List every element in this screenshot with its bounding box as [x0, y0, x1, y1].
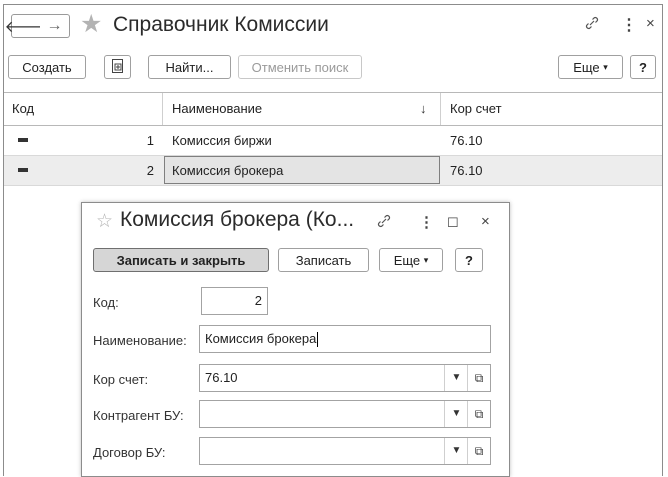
contract-label: Договор БУ: [93, 445, 166, 460]
contract-field[interactable]: ▼ ⧉ [199, 437, 491, 465]
more-vertical-icon[interactable]: ⋮ [621, 15, 637, 35]
link-icon[interactable] [376, 213, 392, 233]
cell-code: 1 [146, 133, 154, 148]
code-label: Код: [93, 295, 119, 310]
more-vertical-icon[interactable]: ⋮ [419, 213, 434, 231]
toolbar: Создать Найти... Отменить поиск Еще ▾ ? [4, 53, 662, 83]
column-divider [440, 93, 441, 125]
dropdown-icon[interactable]: ▼ [444, 401, 468, 427]
counterparty-field[interactable]: ▼ ⧉ [199, 400, 491, 428]
forward-button[interactable]: → [40, 14, 70, 38]
account-label: Кор счет: [93, 372, 149, 387]
column-name[interactable]: Наименование [172, 93, 262, 125]
cell-name: Комиссия брокера [172, 163, 284, 178]
cell-code: 2 [146, 163, 154, 178]
name-label: Наименование: [93, 333, 187, 348]
save-and-close-button[interactable]: Записать и закрыть [93, 248, 269, 272]
open-icon[interactable]: ⧉ [467, 401, 490, 427]
title-bar: 🡐 → ★ Справочник Комиссии ⋮ × [4, 5, 662, 43]
code-field[interactable]: 2 [201, 287, 268, 315]
account-field[interactable]: 76.10 ▼ ⧉ [199, 364, 491, 392]
list-table: Код Наименование ↓ Кор счет 1 Комиссия б… [4, 92, 662, 186]
link-icon[interactable] [584, 15, 600, 36]
copy-icon [111, 58, 125, 77]
find-button[interactable]: Найти... [148, 55, 231, 79]
help-button[interactable]: ? [455, 248, 483, 272]
open-icon[interactable]: ⧉ [467, 438, 490, 464]
more-label: Еще [393, 252, 421, 268]
column-account[interactable]: Кор счет [450, 93, 502, 125]
item-dialog: ☆ Комиссия брокера (Ко... ⋮ ☐ × Записать… [81, 202, 510, 477]
cell-account: 76.10 [450, 133, 483, 148]
cell-account: 76.10 [450, 163, 483, 178]
window-title: Справочник Комиссии [113, 13, 329, 36]
copy-button[interactable] [104, 55, 131, 79]
column-divider [162, 93, 163, 125]
create-button[interactable]: Создать [8, 55, 86, 79]
account-value: 76.10 [205, 370, 238, 385]
star-icon[interactable]: ☆ [96, 210, 113, 233]
sort-arrow-icon: ↓ [420, 101, 427, 116]
table-row[interactable]: 1 Комиссия биржи 76.10 [4, 126, 662, 156]
column-code[interactable]: Код [12, 93, 34, 125]
chevron-down-icon: ▾ [423, 254, 429, 265]
cancel-search-button[interactable]: Отменить поиск [238, 55, 362, 79]
back-button[interactable]: 🡐 [5, 14, 47, 38]
open-icon[interactable]: ⧉ [467, 365, 490, 391]
name-field[interactable]: Комиссия брокера [199, 325, 491, 353]
counterparty-label: Контрагент БУ: [93, 408, 184, 423]
text-caret [317, 332, 319, 348]
close-icon[interactable]: × [646, 15, 655, 32]
name-value: Комиссия брокера [205, 331, 317, 346]
cell-name: Комиссия биржи [172, 133, 272, 148]
help-button[interactable]: ? [630, 55, 656, 79]
table-header: Код Наименование ↓ Кор счет [4, 92, 662, 126]
row-marker-icon [18, 168, 28, 172]
more-button[interactable]: Еще ▾ [558, 55, 623, 79]
arrow-right-icon: → [46, 17, 63, 34]
dropdown-icon[interactable]: ▼ [444, 438, 468, 464]
dropdown-icon[interactable]: ▼ [444, 365, 468, 391]
table-row[interactable]: 2 Комиссия брокера 76.10 [4, 156, 662, 186]
close-icon[interactable]: × [481, 213, 490, 230]
more-label: Еще [573, 59, 600, 75]
save-button[interactable]: Записать [278, 248, 369, 272]
row-marker-icon [18, 138, 28, 142]
more-button[interactable]: Еще ▾ [379, 248, 443, 272]
chevron-down-icon: ▾ [603, 61, 608, 72]
dialog-title: Комиссия брокера (Ко... [120, 208, 355, 231]
star-icon[interactable]: ★ [80, 11, 102, 37]
maximize-icon[interactable]: ☐ [447, 215, 459, 231]
